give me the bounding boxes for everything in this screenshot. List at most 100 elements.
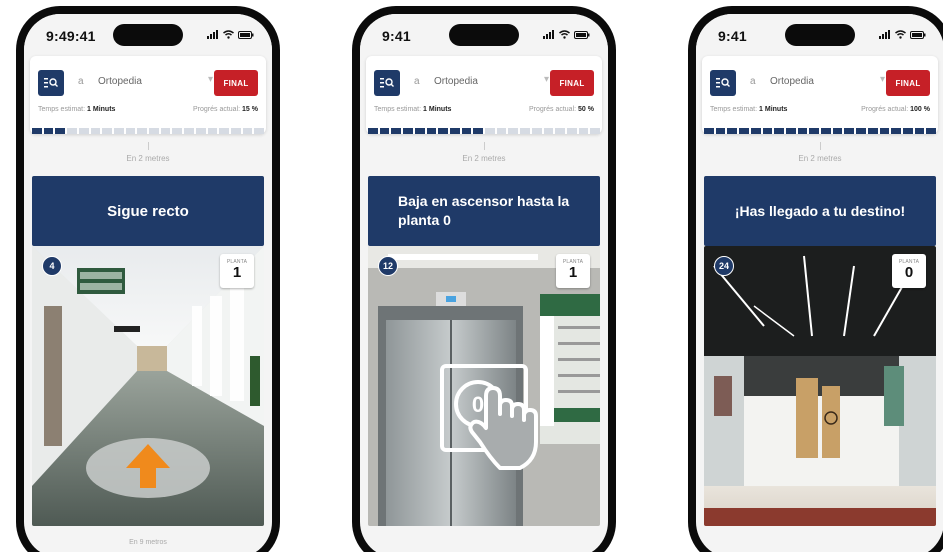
progress-segment: [125, 128, 136, 134]
instruction-banner: ¡Has llegado a tu destino!: [704, 176, 936, 246]
progress-segment: [496, 128, 507, 134]
instruction-banner: Baja en ascensor hasta la planta 0: [368, 176, 600, 246]
progress-segment: [426, 128, 437, 134]
system-icons: [543, 30, 590, 39]
progress-segment: [797, 128, 808, 134]
progress-segment: [461, 128, 472, 134]
route-info: Temps estimat: 1 Minuts Progrés actual: …: [38, 106, 258, 116]
destination-field[interactable]: Ortopedia: [770, 76, 814, 87]
destination-field[interactable]: Ortopedia: [434, 76, 478, 87]
progress-segment: [219, 128, 229, 134]
progress-segment: [590, 128, 601, 134]
corridor-photo: 4 PLANTA 1: [32, 246, 264, 526]
progress-segment: [414, 128, 425, 134]
search-list-icon: [44, 78, 58, 88]
final-button[interactable]: FINAL: [214, 70, 258, 96]
progress-segment: [555, 128, 565, 134]
system-icons: [207, 30, 254, 39]
destination-illustration: [704, 246, 936, 526]
progress-segment: [368, 128, 378, 134]
progress-segment: [891, 128, 901, 134]
progress-segment: [902, 128, 913, 134]
progress-text: Progrés actual: 100 %: [861, 106, 930, 113]
progress-segment: [113, 128, 124, 134]
progress-segment: [856, 128, 866, 134]
progress-segment: [543, 128, 554, 134]
search-prefix: a: [78, 76, 84, 87]
destination-field[interactable]: Ortopedia: [98, 76, 142, 87]
route-line: [484, 142, 485, 150]
phone-mockup-3: 9:41 a Ortopedia ▾ FINAL Temps estimat: …: [688, 6, 943, 552]
progress-segment: [715, 128, 726, 134]
route-info: Temps estimat: 1 Minuts Progrés actual: …: [374, 106, 594, 116]
final-button[interactable]: FINAL: [886, 70, 930, 96]
status-time: 9:41: [382, 28, 411, 44]
progress-segment: [520, 128, 530, 134]
progress-segment: [508, 128, 519, 134]
search-button[interactable]: [38, 70, 64, 96]
dynamic-island: [449, 24, 519, 46]
progress-segment: [809, 128, 820, 134]
estimated-time: Temps estimat: 1 Minuts: [374, 106, 452, 113]
progress-segment: [32, 128, 42, 134]
progress-segment: [90, 128, 101, 134]
progress-bar: [366, 128, 602, 134]
progress-segment: [844, 128, 855, 134]
progress-segment: [254, 128, 265, 134]
dynamic-island: [113, 24, 183, 46]
search-list-icon: [716, 78, 730, 88]
phone-mockup-2: 9:41 a Ortopedia ▾ FINAL Temps estimat: …: [352, 6, 616, 552]
search-row: a Ortopedia ▾ FINAL: [710, 70, 930, 96]
progress-segment: [485, 128, 495, 134]
phone-screen-3: 9:41 a Ortopedia ▾ FINAL Temps estimat: …: [696, 14, 943, 552]
phone-screen-2: 9:41 a Ortopedia ▾ FINAL Temps estimat: …: [360, 14, 608, 552]
progress-segment: [137, 128, 148, 134]
progress-segment: [184, 128, 194, 134]
progress-segment: [149, 128, 159, 134]
signal-icon: [207, 30, 218, 39]
estimated-time: Temps estimat: 1 Minuts: [710, 106, 788, 113]
floor-indicator: PLANTA 1: [220, 254, 254, 288]
final-button[interactable]: FINAL: [550, 70, 594, 96]
route-info: Temps estimat: 1 Minuts Progrés actual: …: [710, 106, 930, 116]
floor-number: 1: [232, 264, 242, 281]
dropdown-chevron-icon[interactable]: ▾: [880, 74, 885, 85]
wifi-icon: [559, 30, 570, 39]
signal-icon: [543, 30, 554, 39]
phone-mockup-1: 9:49:41 a Ortopedia ▾ FINAL Temps estima…: [16, 6, 280, 552]
progress-segment: [867, 128, 878, 134]
floor-indicator: PLANTA 0: [892, 254, 926, 288]
progress-segment: [102, 128, 112, 134]
progress-segment: [750, 128, 761, 134]
search-button[interactable]: [374, 70, 400, 96]
dropdown-chevron-icon[interactable]: ▾: [544, 74, 549, 85]
progress-segment: [207, 128, 218, 134]
system-icons: [879, 30, 926, 39]
wifi-icon: [895, 30, 906, 39]
instruction-text: Baja en ascensor hasta la planta 0: [398, 193, 570, 228]
step-number-badge: 4: [42, 256, 62, 276]
progress-segment: [879, 128, 890, 134]
floor-indicator: PLANTA 1: [556, 254, 590, 288]
search-button[interactable]: [710, 70, 736, 96]
search-list-icon: [380, 78, 394, 88]
instruction-banner: Sigue recto: [32, 176, 264, 246]
status-time: 9:41: [718, 28, 747, 44]
progress-segment: [391, 128, 402, 134]
progress-bar: [702, 128, 938, 134]
progress-segment: [739, 128, 749, 134]
search-prefix: a: [414, 76, 420, 87]
progress-segment: [727, 128, 738, 134]
step-number-badge: 24: [714, 256, 734, 276]
destination-photo: 24 PLANTA 0: [704, 246, 936, 526]
distance-label: En 2 metres: [798, 154, 842, 163]
dropdown-chevron-icon[interactable]: ▾: [208, 74, 213, 85]
progress-segment: [195, 128, 206, 134]
progress-segment: [914, 128, 925, 134]
progress-text: Progrés actual: 50 %: [528, 106, 594, 113]
progress-text: Progrés actual: 15 %: [192, 106, 258, 113]
progress-segment: [531, 128, 542, 134]
progress-segment: [242, 128, 253, 134]
status-bar: 9:49:41: [24, 14, 272, 56]
route-header-card: a Ortopedia ▾ FINAL Temps estimat: 1 Min…: [30, 56, 266, 134]
